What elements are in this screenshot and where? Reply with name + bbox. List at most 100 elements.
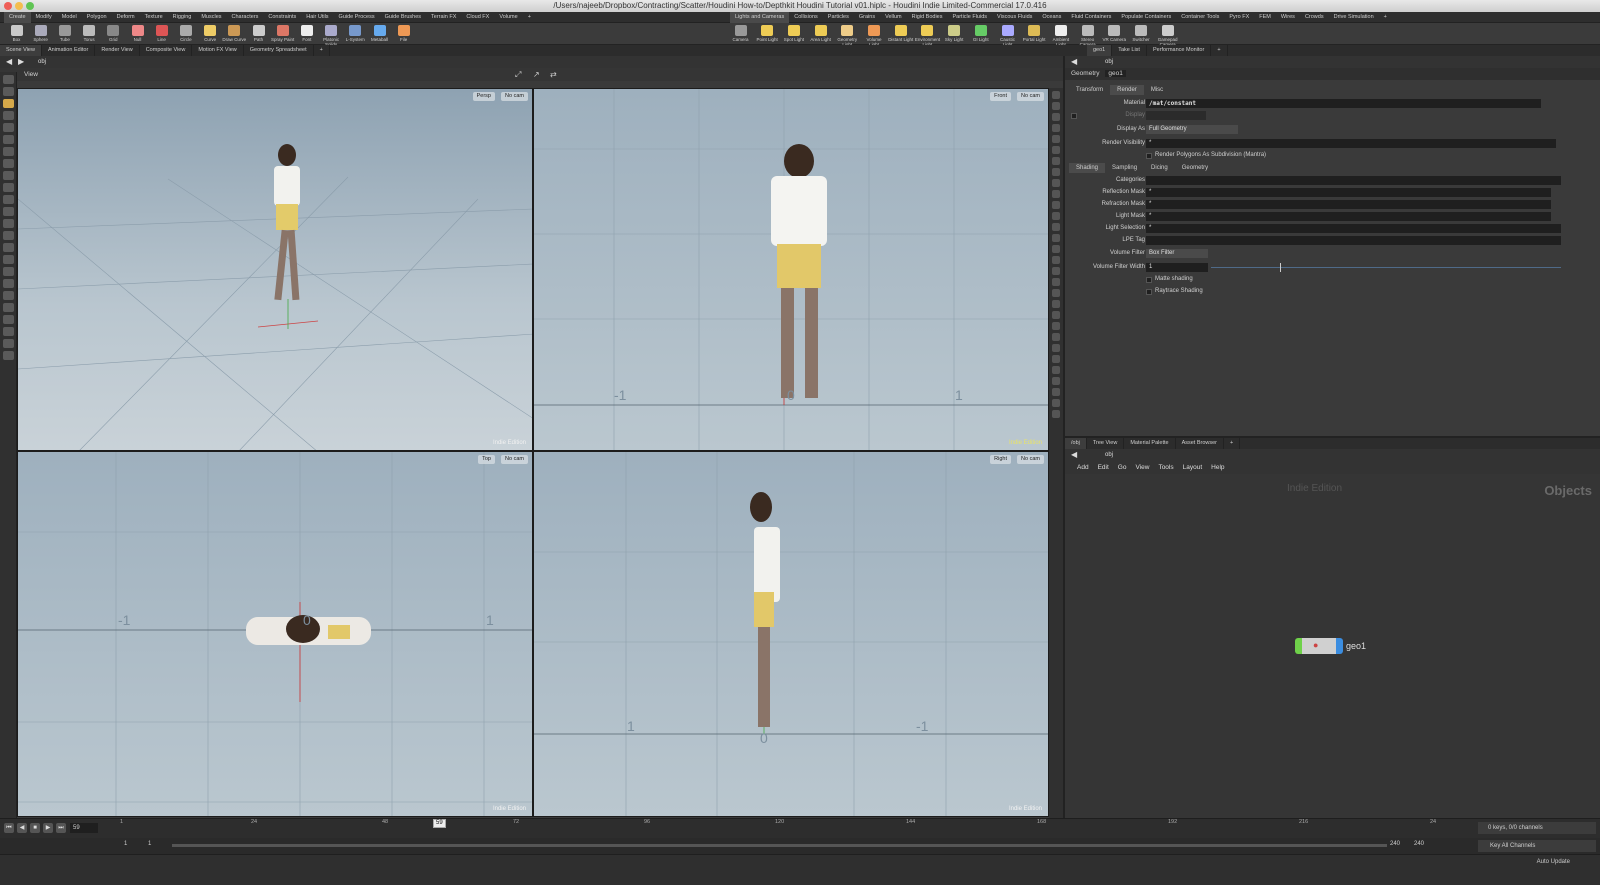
display-option-icon[interactable] [1052, 245, 1060, 253]
display-option-icon[interactable] [1052, 179, 1060, 187]
viewport-top[interactable]: -1 0 1 Top No cam Indie Edition [17, 451, 533, 817]
param-subtab[interactable]: Shading [1069, 163, 1106, 173]
display-option-icon[interactable] [1052, 333, 1060, 341]
material-field[interactable]: /mat/constant [1146, 99, 1541, 108]
pane-tab[interactable]: Animation Editor [42, 45, 96, 56]
shelf-tab[interactable]: Characters [227, 12, 264, 23]
shelf-tab[interactable]: Texture [140, 12, 168, 23]
viewport-tool-icon[interactable] [3, 75, 14, 84]
pane-tab[interactable]: Take List [1112, 45, 1147, 56]
viewport-tool-icon[interactable] [3, 351, 14, 360]
select-tool-icon[interactable]: ↗ [533, 68, 540, 81]
viewport-perspective[interactable]: Persp No cam Indie Edition [17, 88, 533, 451]
shelf-tool[interactable]: Distant Light [888, 23, 913, 45]
display-option-icon[interactable] [1052, 322, 1060, 330]
shelf-tool[interactable]: Box [4, 23, 29, 45]
shelf-tab[interactable]: Pyro FX [1224, 12, 1254, 23]
shelf-tab[interactable]: Model [57, 12, 82, 23]
light-selection-field[interactable]: * [1146, 224, 1561, 233]
viewport-tool-icon[interactable] [3, 171, 14, 180]
viewport-tool-icon[interactable] [3, 255, 14, 264]
shelf-tab[interactable]: Viscous Fluids [992, 12, 1037, 23]
network-menu-item[interactable]: Go [1118, 464, 1127, 471]
shelf-tool[interactable]: Point Light [755, 23, 780, 45]
viewport-tool-icon[interactable] [3, 279, 14, 288]
raytrace-shading-checkbox[interactable] [1146, 289, 1152, 295]
shelf-tool[interactable]: Sphere [28, 23, 53, 45]
lpe-tag-field[interactable] [1146, 236, 1561, 245]
network-menu-item[interactable]: View [1135, 464, 1149, 471]
viewport-tool-icon[interactable] [3, 111, 14, 120]
viewport-tool-icon[interactable] [3, 291, 14, 300]
shelf-tab[interactable]: Muscles [196, 12, 226, 23]
display-option-icon[interactable] [1052, 91, 1060, 99]
display-option-icon[interactable] [1052, 366, 1060, 374]
param-tab[interactable]: Transform [1069, 85, 1110, 95]
timeline-ruler[interactable]: 1 24 48 72 96 120 144 168 192 216 24 [120, 819, 1450, 839]
shelf-tool[interactable]: Spot Light [781, 23, 806, 45]
shelf-tool[interactable]: Portal Light [1022, 23, 1047, 45]
view-type-menu[interactable]: Front [990, 92, 1011, 101]
param-tab[interactable]: Misc [1144, 85, 1170, 95]
shelf-tab[interactable]: Guide Brushes [380, 12, 426, 23]
display-option-icon[interactable] [1052, 102, 1060, 110]
slider-handle[interactable] [1280, 263, 1281, 272]
current-frame-marker[interactable]: 59 [433, 819, 446, 828]
display-option-icon[interactable] [1052, 256, 1060, 264]
shelf-tool[interactable]: Area Light [808, 23, 833, 45]
display-option-icon[interactable] [1052, 201, 1060, 209]
viewport-tool-icon[interactable] [3, 339, 14, 348]
camera-menu[interactable]: No cam [1017, 92, 1044, 101]
param-subtab[interactable]: Sampling [1105, 163, 1144, 173]
network-tab[interactable]: Tree View [1087, 438, 1125, 449]
node-name-field[interactable]: geo1 [1105, 70, 1126, 77]
shelf-tool[interactable]: Spray Paint [270, 23, 295, 45]
viewport-tool-icon[interactable] [3, 327, 14, 336]
display-option-icon[interactable] [1052, 311, 1060, 319]
shelf-tab[interactable]: Rigid Bodies [907, 12, 948, 23]
shelf-tool[interactable]: Draw Curve [222, 23, 247, 45]
shelf-tool[interactable]: Circle [173, 23, 198, 45]
shelf-tab[interactable]: Volume [494, 12, 522, 23]
viewport-tool-icon[interactable] [3, 183, 14, 192]
display-option-icon[interactable] [1052, 157, 1060, 165]
step-back-button[interactable]: ◀ [17, 823, 27, 833]
zoom-window-button[interactable] [26, 2, 34, 10]
shelf-tool[interactable]: Metaball [367, 23, 392, 45]
shelf-tab[interactable]: Cloud FX [461, 12, 494, 23]
viewport-tool-icon[interactable] [3, 243, 14, 252]
shelf-tab[interactable]: + [1379, 12, 1392, 23]
view-tool-icon[interactable]: ⤢ [515, 68, 521, 81]
shelf-tool[interactable]: Null [125, 23, 150, 45]
play-button[interactable]: ▶ [43, 823, 53, 833]
back-arrow-icon[interactable]: ◀ [1071, 56, 1077, 68]
display-option-icon[interactable] [1052, 190, 1060, 198]
network-menu-item[interactable]: Help [1211, 464, 1224, 471]
network-tab[interactable]: Asset Browser [1176, 438, 1225, 449]
shelf-tool[interactable]: Torus [77, 23, 102, 45]
network-menu-item[interactable]: Tools [1158, 464, 1173, 471]
shelf-tab[interactable]: Polygon [82, 12, 112, 23]
shelf-tool[interactable]: Line [149, 23, 174, 45]
viewport-tool-icon[interactable] [3, 135, 14, 144]
display-option-icon[interactable] [1052, 344, 1060, 352]
display-option-icon[interactable] [1052, 355, 1060, 363]
volume-filter-menu[interactable]: Box Filter [1146, 249, 1208, 258]
shelf-tool[interactable]: File [391, 23, 416, 45]
viewport-tool-icon[interactable] [3, 159, 14, 168]
shelf-tab[interactable]: Particle Fluids [947, 12, 992, 23]
display-option-icon[interactable] [1052, 168, 1060, 176]
viewport-tool-icon[interactable] [3, 147, 14, 156]
display-option-icon[interactable] [1052, 212, 1060, 220]
network-tab[interactable]: + [1224, 438, 1241, 449]
pane-tab[interactable]: Composite View [140, 45, 193, 56]
shelf-tab[interactable]: Grains [854, 12, 880, 23]
shelf-tool[interactable]: Gamepad Camera [1155, 23, 1180, 47]
network-path[interactable]: obj [1105, 452, 1113, 458]
pane-tab[interactable]: Motion FX View [192, 45, 244, 56]
jump-end-button[interactable]: ⏭ [56, 823, 66, 833]
viewport-front[interactable]: -1 0 1 Front No cam Indie Edition [533, 88, 1049, 451]
shelf-tab[interactable]: FEM [1254, 12, 1276, 23]
sync-icon[interactable]: ⇄ [550, 68, 557, 81]
display-option-icon[interactable] [1052, 234, 1060, 242]
